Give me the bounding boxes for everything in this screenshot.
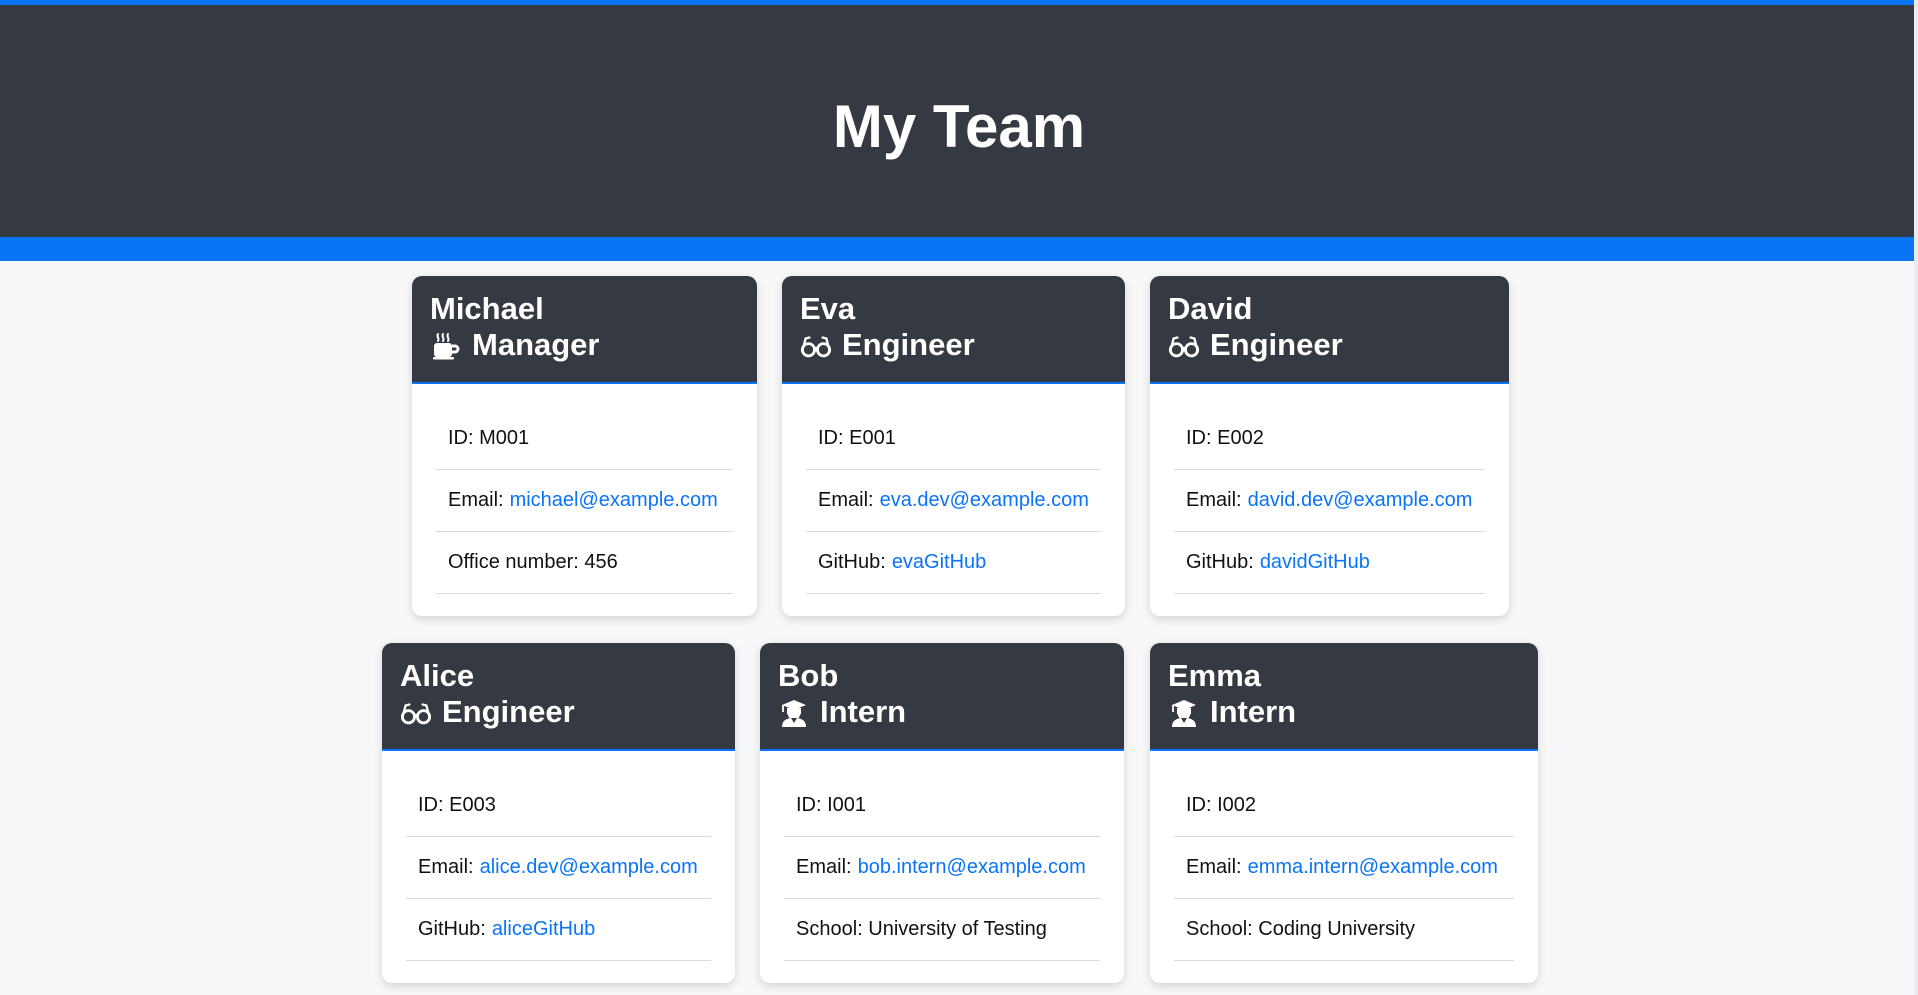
employee-role: Manager: [430, 328, 739, 362]
employee-role: Intern: [778, 695, 1106, 729]
card-details: ID: E002 Email: david.dev@example.com Gi…: [1150, 384, 1509, 594]
github-link[interactable]: davidGitHub: [1260, 551, 1370, 574]
email-link[interactable]: eva.dev@example.com: [880, 489, 1089, 512]
card-details: ID: M001 Email: michael@example.com Offi…: [412, 384, 757, 594]
card-header: Bob Intern: [760, 643, 1124, 751]
github-link[interactable]: evaGitHub: [892, 551, 987, 574]
card-details: ID: I002 Email: emma.intern@example.com …: [1150, 751, 1538, 961]
role-label: Intern: [820, 694, 907, 730]
school-name: School: Coding University: [1174, 899, 1514, 961]
employee-id: ID: I002: [1174, 775, 1514, 837]
employee-role: Engineer: [800, 328, 1107, 362]
role-label: Intern: [1210, 694, 1297, 730]
card-header: David Engineer: [1150, 276, 1509, 384]
github-profile: GitHub: davidGitHub: [1174, 532, 1485, 594]
employee-email: Email: emma.intern@example.com: [1174, 837, 1514, 899]
email-link[interactable]: bob.intern@example.com: [858, 856, 1086, 879]
graduate-icon: [778, 697, 810, 729]
card-header: Eva Engineer: [782, 276, 1125, 384]
school-name: School: University of Testing: [784, 899, 1100, 961]
employee-email: Email: alice.dev@example.com: [406, 837, 711, 899]
role-label: Engineer: [842, 327, 975, 363]
glasses-icon: [400, 697, 432, 729]
header-accent-bar: [0, 237, 1918, 261]
employee-role: Engineer: [400, 695, 717, 729]
employee-card-bob: Bob Intern ID: I001 Email: bob.intern@ex…: [760, 643, 1124, 983]
employee-name: David: [1168, 291, 1253, 326]
employee-card-eva: Eva Engineer ID: E001 Email: eva.dev@exa…: [782, 276, 1125, 616]
employee-role: Intern: [1168, 695, 1520, 729]
employee-id: ID: E001: [806, 408, 1101, 470]
employee-card-alice: Alice Engineer ID: E003 Email: alice.dev…: [382, 643, 735, 983]
card-header: Michael Manager: [412, 276, 757, 384]
card-header: Alice Engineer: [382, 643, 735, 751]
github-link[interactable]: aliceGitHub: [492, 918, 595, 941]
glasses-icon: [1168, 330, 1200, 362]
employee-id: ID: M001: [436, 408, 733, 470]
vertical-scrollbar[interactable]: [1914, 0, 1918, 995]
role-label: Engineer: [442, 694, 575, 730]
employee-id: ID: I001: [784, 775, 1100, 837]
employee-card-michael: Michael Manager ID: M001 Email: michael@…: [412, 276, 757, 616]
role-label: Engineer: [1210, 327, 1343, 363]
email-link[interactable]: michael@example.com: [510, 489, 718, 512]
page-title: My Team: [832, 92, 1086, 160]
email-link[interactable]: david.dev@example.com: [1248, 489, 1473, 512]
employee-card-david: David Engineer ID: E002 Email: david.dev…: [1150, 276, 1509, 616]
card-details: ID: E001 Email: eva.dev@example.com GitH…: [782, 384, 1125, 594]
role-label: Manager: [472, 327, 600, 363]
email-link[interactable]: alice.dev@example.com: [480, 856, 698, 879]
employee-email: Email: david.dev@example.com: [1174, 470, 1485, 532]
employee-card-emma: Emma Intern ID: I002 Email: emma.intern@…: [1150, 643, 1538, 983]
employee-name: Alice: [400, 658, 475, 693]
coffee-icon: [430, 330, 462, 362]
graduate-icon: [1168, 697, 1200, 729]
employee-name: Bob: [778, 658, 839, 693]
card-details: ID: I001 Email: bob.intern@example.com S…: [760, 751, 1124, 961]
github-profile: GitHub: evaGitHub: [806, 532, 1101, 594]
card-details: ID: E003 Email: alice.dev@example.com Gi…: [382, 751, 735, 961]
employee-email: Email: bob.intern@example.com: [784, 837, 1100, 899]
employee-id: ID: E002: [1174, 408, 1485, 470]
employee-id: ID: E003: [406, 775, 711, 837]
employee-email: Email: michael@example.com: [436, 470, 733, 532]
employee-name: Michael: [430, 291, 544, 326]
card-header: Emma Intern: [1150, 643, 1538, 751]
office-number: Office number: 456: [436, 532, 733, 594]
glasses-icon: [800, 330, 832, 362]
github-profile: GitHub: aliceGitHub: [406, 899, 711, 961]
team-header: My Team: [0, 5, 1918, 237]
email-link[interactable]: emma.intern@example.com: [1248, 856, 1498, 879]
employee-name: Emma: [1168, 658, 1262, 693]
employee-name: Eva: [800, 291, 856, 326]
employee-email: Email: eva.dev@example.com: [806, 470, 1101, 532]
employee-role: Engineer: [1168, 328, 1491, 362]
